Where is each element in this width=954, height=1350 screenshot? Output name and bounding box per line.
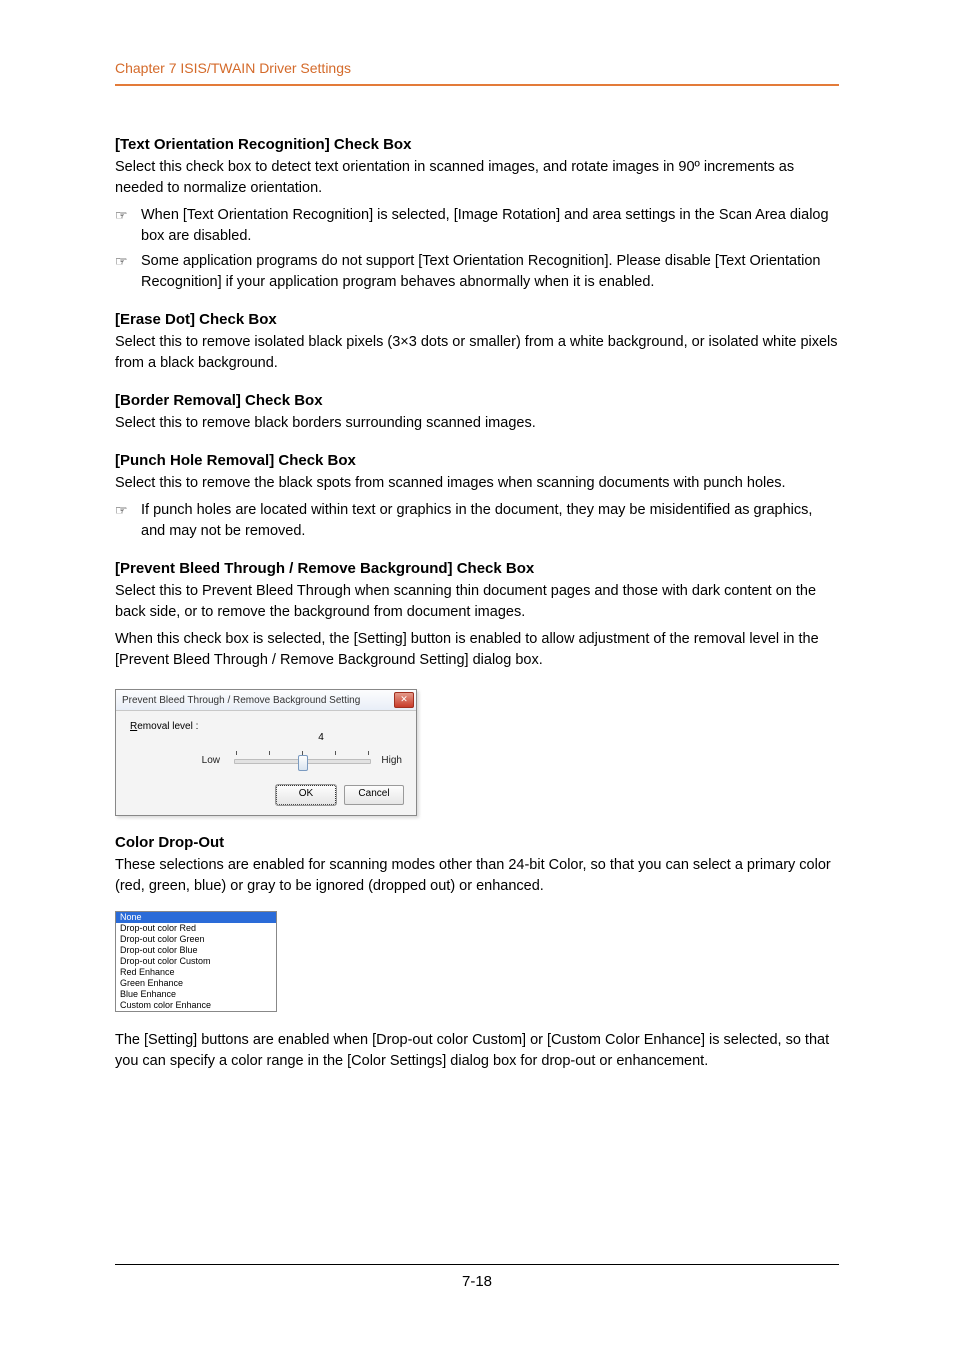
list-item[interactable]: Drop-out color Red: [116, 923, 276, 934]
body-text: Select this to remove black borders surr…: [115, 413, 839, 434]
chapter-header: Chapter 7 ISIS/TWAIN Driver Settings: [115, 60, 839, 84]
note-item: When [Text Orientation Recognition] is s…: [115, 205, 839, 247]
section-title-color-dropout: Color Drop-Out: [115, 834, 839, 851]
dialog-body: Removal level : 4 Low High: [116, 711, 416, 777]
dialog-title: Prevent Bleed Through / Remove Backgroun…: [122, 695, 360, 706]
section-title-border-removal: [Border Removal] Check Box: [115, 392, 839, 409]
page-number: 7-18: [115, 1273, 839, 1290]
note-item: Some application programs do not support…: [115, 251, 839, 293]
slider-high-label: High: [381, 755, 402, 766]
note-list: When [Text Orientation Recognition] is s…: [115, 205, 839, 293]
removal-level-slider[interactable]: [234, 751, 371, 769]
slider-low-label: Low: [130, 755, 224, 766]
page-footer: 7-18: [115, 1264, 839, 1290]
list-item[interactable]: Green Enhance: [116, 978, 276, 989]
list-item[interactable]: None: [116, 912, 276, 923]
list-item[interactable]: Red Enhance: [116, 967, 276, 978]
ok-button[interactable]: OK: [276, 785, 336, 805]
list-item[interactable]: Blue Enhance: [116, 989, 276, 1000]
list-item[interactable]: Drop-out color Custom: [116, 956, 276, 967]
body-text: When this check box is selected, the [Se…: [115, 629, 839, 671]
body-text: These selections are enabled for scannin…: [115, 855, 839, 897]
note-list: If punch holes are located within text o…: [115, 500, 839, 542]
body-text: Select this to remove isolated black pix…: [115, 332, 839, 374]
body-text: Select this to remove the black spots fr…: [115, 473, 839, 494]
section-title-prevent-bleed: [Prevent Bleed Through / Remove Backgrou…: [115, 560, 839, 577]
dialog-footer: OK Cancel: [116, 777, 416, 815]
prevent-bleed-dialog: Prevent Bleed Through / Remove Backgroun…: [115, 689, 417, 816]
body-text: Select this check box to detect text ori…: [115, 157, 839, 199]
close-icon[interactable]: ✕: [394, 692, 414, 708]
body-text: Select this to Prevent Bleed Through whe…: [115, 581, 839, 623]
body-text: The [Setting] buttons are enabled when […: [115, 1030, 839, 1072]
section-title-punch-hole: [Punch Hole Removal] Check Box: [115, 452, 839, 469]
removal-level-label: Removal level :: [130, 721, 230, 732]
cancel-button[interactable]: Cancel: [344, 785, 404, 805]
footer-rule: [115, 1264, 839, 1265]
list-item[interactable]: Drop-out color Green: [116, 934, 276, 945]
section-title-text-orientation: [Text Orientation Recognition] Check Box: [115, 136, 839, 153]
removal-level-value: 4: [240, 732, 402, 743]
color-dropout-list[interactable]: None Drop-out color Red Drop-out color G…: [115, 911, 277, 1012]
section-title-erase-dot: [Erase Dot] Check Box: [115, 311, 839, 328]
header-rule: [115, 84, 839, 86]
list-item[interactable]: Custom color Enhance: [116, 1000, 276, 1011]
page: Chapter 7 ISIS/TWAIN Driver Settings [Te…: [0, 0, 954, 1350]
list-item[interactable]: Drop-out color Blue: [116, 945, 276, 956]
slider-thumb[interactable]: [298, 755, 308, 771]
dialog-titlebar: Prevent Bleed Through / Remove Backgroun…: [116, 690, 416, 711]
note-item: If punch holes are located within text o…: [115, 500, 839, 542]
